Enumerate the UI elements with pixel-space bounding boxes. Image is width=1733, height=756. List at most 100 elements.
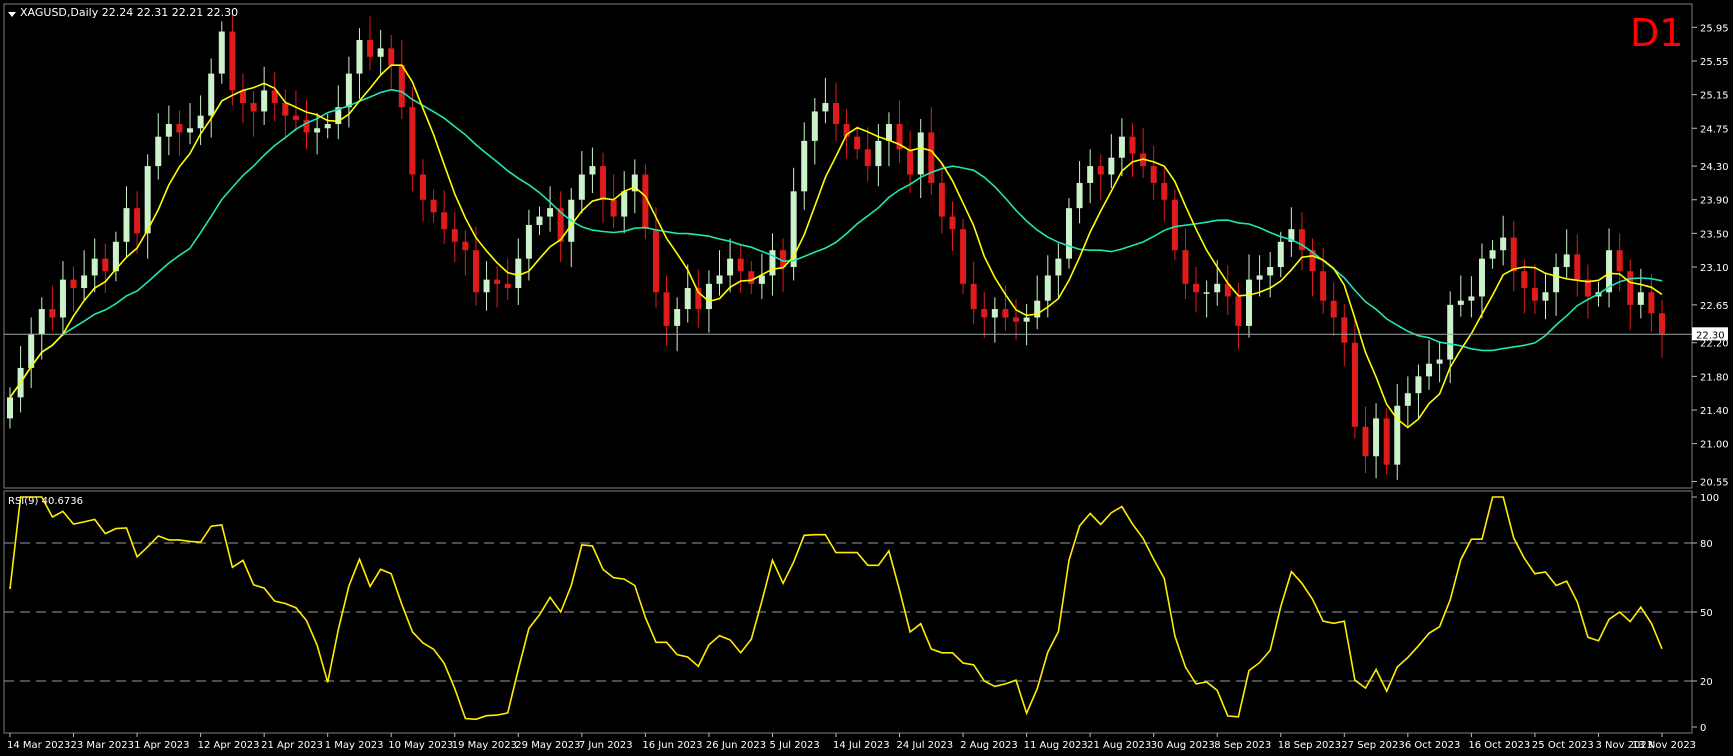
candle-body-bear [1510, 237, 1517, 272]
candle-body-bull [536, 216, 543, 225]
candle-body-bull [917, 132, 924, 175]
candle-body-bear [1659, 313, 1665, 335]
price-tick-label: 21.00 [1700, 440, 1729, 451]
price-tick-label: 23.50 [1700, 229, 1729, 240]
candle-body-bull [991, 309, 998, 318]
candle-body-bull [324, 124, 331, 129]
candle-body-bull [1468, 296, 1475, 301]
candle-body-bear [938, 182, 945, 217]
price-tick-label: 20.55 [1700, 477, 1729, 488]
date-tick-label: 24 Jul 2023 [897, 740, 954, 751]
candle-body-bull [1447, 304, 1454, 360]
candle-body-bull [1563, 254, 1570, 268]
candle-body-bull [144, 166, 151, 234]
trading-chart[interactable]: 25.95 25.55 25.15 24.75 24.30 23.90 23.50 23.10… [0, 0, 1733, 756]
candle-body-bull [38, 309, 45, 335]
candle-body-bear [134, 208, 141, 234]
candle-body-bear [1129, 136, 1136, 154]
candle-body-bear [1013, 317, 1020, 322]
rsi-tick-label: 20 [1700, 677, 1713, 688]
date-tick-label: 29 May 2023 [515, 740, 580, 751]
candle-body-bear [737, 258, 744, 272]
candle-body-bear [981, 309, 988, 318]
rsi-label: RSI(9) 40.6736 [8, 496, 83, 507]
candle-body-bear [409, 107, 416, 175]
candle-body-bear [1521, 271, 1528, 289]
candle-body-bear [960, 229, 967, 284]
price-tick-label: 23.10 [1700, 263, 1729, 274]
candle-body-bear [949, 216, 956, 230]
candle-body-bear [1341, 317, 1348, 343]
candle-body-bull [377, 48, 384, 57]
price-tick-label: 23.90 [1700, 196, 1729, 207]
candle-body-bear [652, 229, 659, 293]
candle-body-bear [1351, 342, 1358, 427]
candle-body-bear [1182, 250, 1189, 284]
rsi-tick-label: 80 [1700, 539, 1713, 550]
date-tick-label: 21 Apr 2023 [261, 740, 323, 751]
candle-body-bull [81, 275, 88, 289]
candle-body-bear [1648, 292, 1655, 314]
candle-body-bull [885, 124, 892, 141]
rsi-pane[interactable] [3, 490, 1693, 734]
price-tick-label: 24.75 [1700, 124, 1729, 135]
candle-body-bull [1055, 258, 1062, 276]
candle-body-bull [208, 73, 215, 116]
date-tick-label: 16 Jun 2023 [642, 740, 702, 751]
price-tick-label: 22.65 [1700, 301, 1729, 312]
date-tick-label: 6 Oct 2023 [1405, 740, 1460, 751]
candle-body-bull [91, 258, 98, 276]
candle-body-bear [610, 199, 617, 217]
date-tick-label: 14 Mar 2023 [7, 740, 70, 751]
candle-body-bear [1531, 288, 1538, 301]
candle-body-bull [1108, 157, 1115, 175]
price-tick-label: 25.55 [1700, 57, 1729, 68]
candle-body-bear [367, 39, 374, 57]
price-tick-label: 25.15 [1700, 91, 1729, 102]
date-tick-label: 14 Jul 2023 [833, 740, 890, 751]
candle-body-bull [1214, 283, 1221, 293]
candle-body-bull [314, 128, 321, 133]
candle-body-bull [59, 279, 66, 318]
candle-body-bear [600, 166, 607, 200]
candle-body-bear [420, 174, 426, 200]
candle-body-bear [472, 250, 479, 293]
candle-body-bull [727, 258, 734, 276]
candle-body-bull [1023, 317, 1030, 322]
date-tick-label: 26 Jun 2023 [706, 740, 766, 751]
rsi-tick-label: 100 [1700, 493, 1719, 504]
candle-body-bull [1478, 258, 1485, 297]
candle-body-bull [1267, 267, 1274, 276]
candle-body-bull [875, 140, 882, 167]
candle-body-bear [1171, 199, 1178, 251]
rsi-tick-label: 0 [1700, 723, 1706, 734]
candle-body-bull [547, 208, 554, 217]
candle-body-bull [705, 283, 712, 310]
rsi-axis: 100 80 50 20 0 [1692, 493, 1719, 734]
candle-body-bear [102, 258, 109, 272]
candle-body-bull [165, 124, 172, 137]
candle-body-bear [748, 271, 755, 284]
rsi-tick-label: 50 [1700, 608, 1713, 619]
candle-body-bull [621, 191, 628, 217]
candle-body-bear [250, 103, 257, 112]
current-price-label: 22.30 [1696, 330, 1725, 341]
date-tick-label: 8 Sep 2023 [1214, 740, 1271, 751]
candle-body-bull [1076, 182, 1083, 209]
candle-body-bear [1320, 271, 1327, 301]
candle-body-bull [187, 128, 194, 133]
price-axis: 25.95 25.55 25.15 24.75 24.30 23.90 23.50 23.10… [1692, 23, 1729, 488]
candle-body-bull [1394, 405, 1401, 465]
candle-body-bear [398, 65, 405, 108]
candle-body-bear [663, 292, 670, 326]
price-pane[interactable] [3, 3, 1693, 489]
candle-body-bear [282, 103, 289, 116]
candle-body-bear [451, 229, 458, 242]
date-tick-label: 27 Sep 2023 [1341, 740, 1404, 751]
candle-body-bear [388, 48, 395, 66]
candle-body-bear [1193, 283, 1200, 293]
candle-body-bull [1044, 275, 1051, 301]
candle-body-bear [1574, 254, 1581, 280]
candle-body-bull [1415, 376, 1422, 394]
candle-body-bull [515, 258, 522, 289]
